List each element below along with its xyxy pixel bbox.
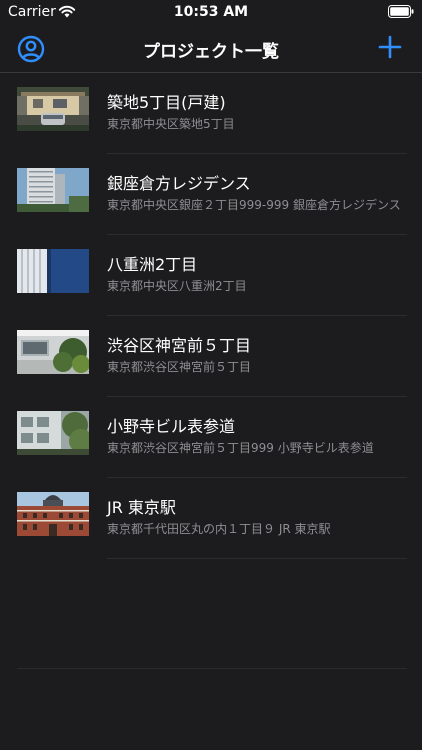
project-title: 八重洲2丁目 <box>107 255 198 274</box>
building-with-trees-photo <box>17 411 89 455</box>
project-row[interactable]: 銀座倉方レジデンス 東京都中央区銀座２丁目999-999 銀座倉方レジデンス <box>0 154 422 235</box>
list-footer-divider <box>17 668 407 669</box>
navigation-bar: プロジェクト一覧 <box>0 24 422 73</box>
project-row[interactable]: JR 東京駅 東京都千代田区丸の内１丁目９ JR 東京駅 <box>0 478 422 559</box>
project-title: 小野寺ビル表参道 <box>107 417 236 436</box>
person-circle-icon[interactable] <box>17 35 45 63</box>
office-building-photo <box>17 249 89 293</box>
project-title: JR 東京駅 <box>107 498 176 517</box>
project-address: 東京都渋谷区神宮前５丁目 <box>107 360 252 374</box>
plus-icon[interactable] <box>378 35 402 59</box>
tokyo-station-photo <box>17 492 89 536</box>
battery-icon <box>388 5 414 18</box>
project-row[interactable]: 八重洲2丁目 東京都中央区八重洲2丁目 <box>0 235 422 316</box>
project-address: 東京都渋谷区神宮前５丁目999 小野寺ビル表参道 <box>107 441 374 455</box>
project-title: 銀座倉方レジデンス <box>107 174 251 193</box>
white-building-photo <box>17 330 89 374</box>
project-title: 築地5丁目(戸建) <box>107 93 226 112</box>
status-bar: Carrier 10:53 AM <box>0 0 422 24</box>
clock: 10:53 AM <box>173 4 249 20</box>
project-title: 渋谷区神宮前５丁目 <box>107 336 252 355</box>
project-address: 東京都中央区築地5丁目 <box>107 117 235 131</box>
tower-photo <box>17 168 89 212</box>
house-photo <box>17 87 89 131</box>
project-row[interactable]: 小野寺ビル表参道 東京都渋谷区神宮前５丁目999 小野寺ビル表参道 <box>0 397 422 478</box>
project-address: 東京都千代田区丸の内１丁目９ JR 東京駅 <box>107 522 331 536</box>
project-row[interactable]: 築地5丁目(戸建) 東京都中央区築地5丁目 <box>0 73 422 154</box>
project-list: 築地5丁目(戸建) 東京都中央区築地5丁目 銀座倉方レジデンス 東京都中央区銀座… <box>0 73 422 559</box>
page-title: プロジェクト一覧 <box>143 42 279 62</box>
project-row[interactable]: 渋谷区神宮前５丁目 東京都渋谷区神宮前５丁目 <box>0 316 422 397</box>
project-address: 東京都中央区八重洲2丁目 <box>107 279 247 293</box>
project-address: 東京都中央区銀座２丁目999-999 銀座倉方レジデンス <box>107 198 401 212</box>
row-separator <box>107 558 407 559</box>
